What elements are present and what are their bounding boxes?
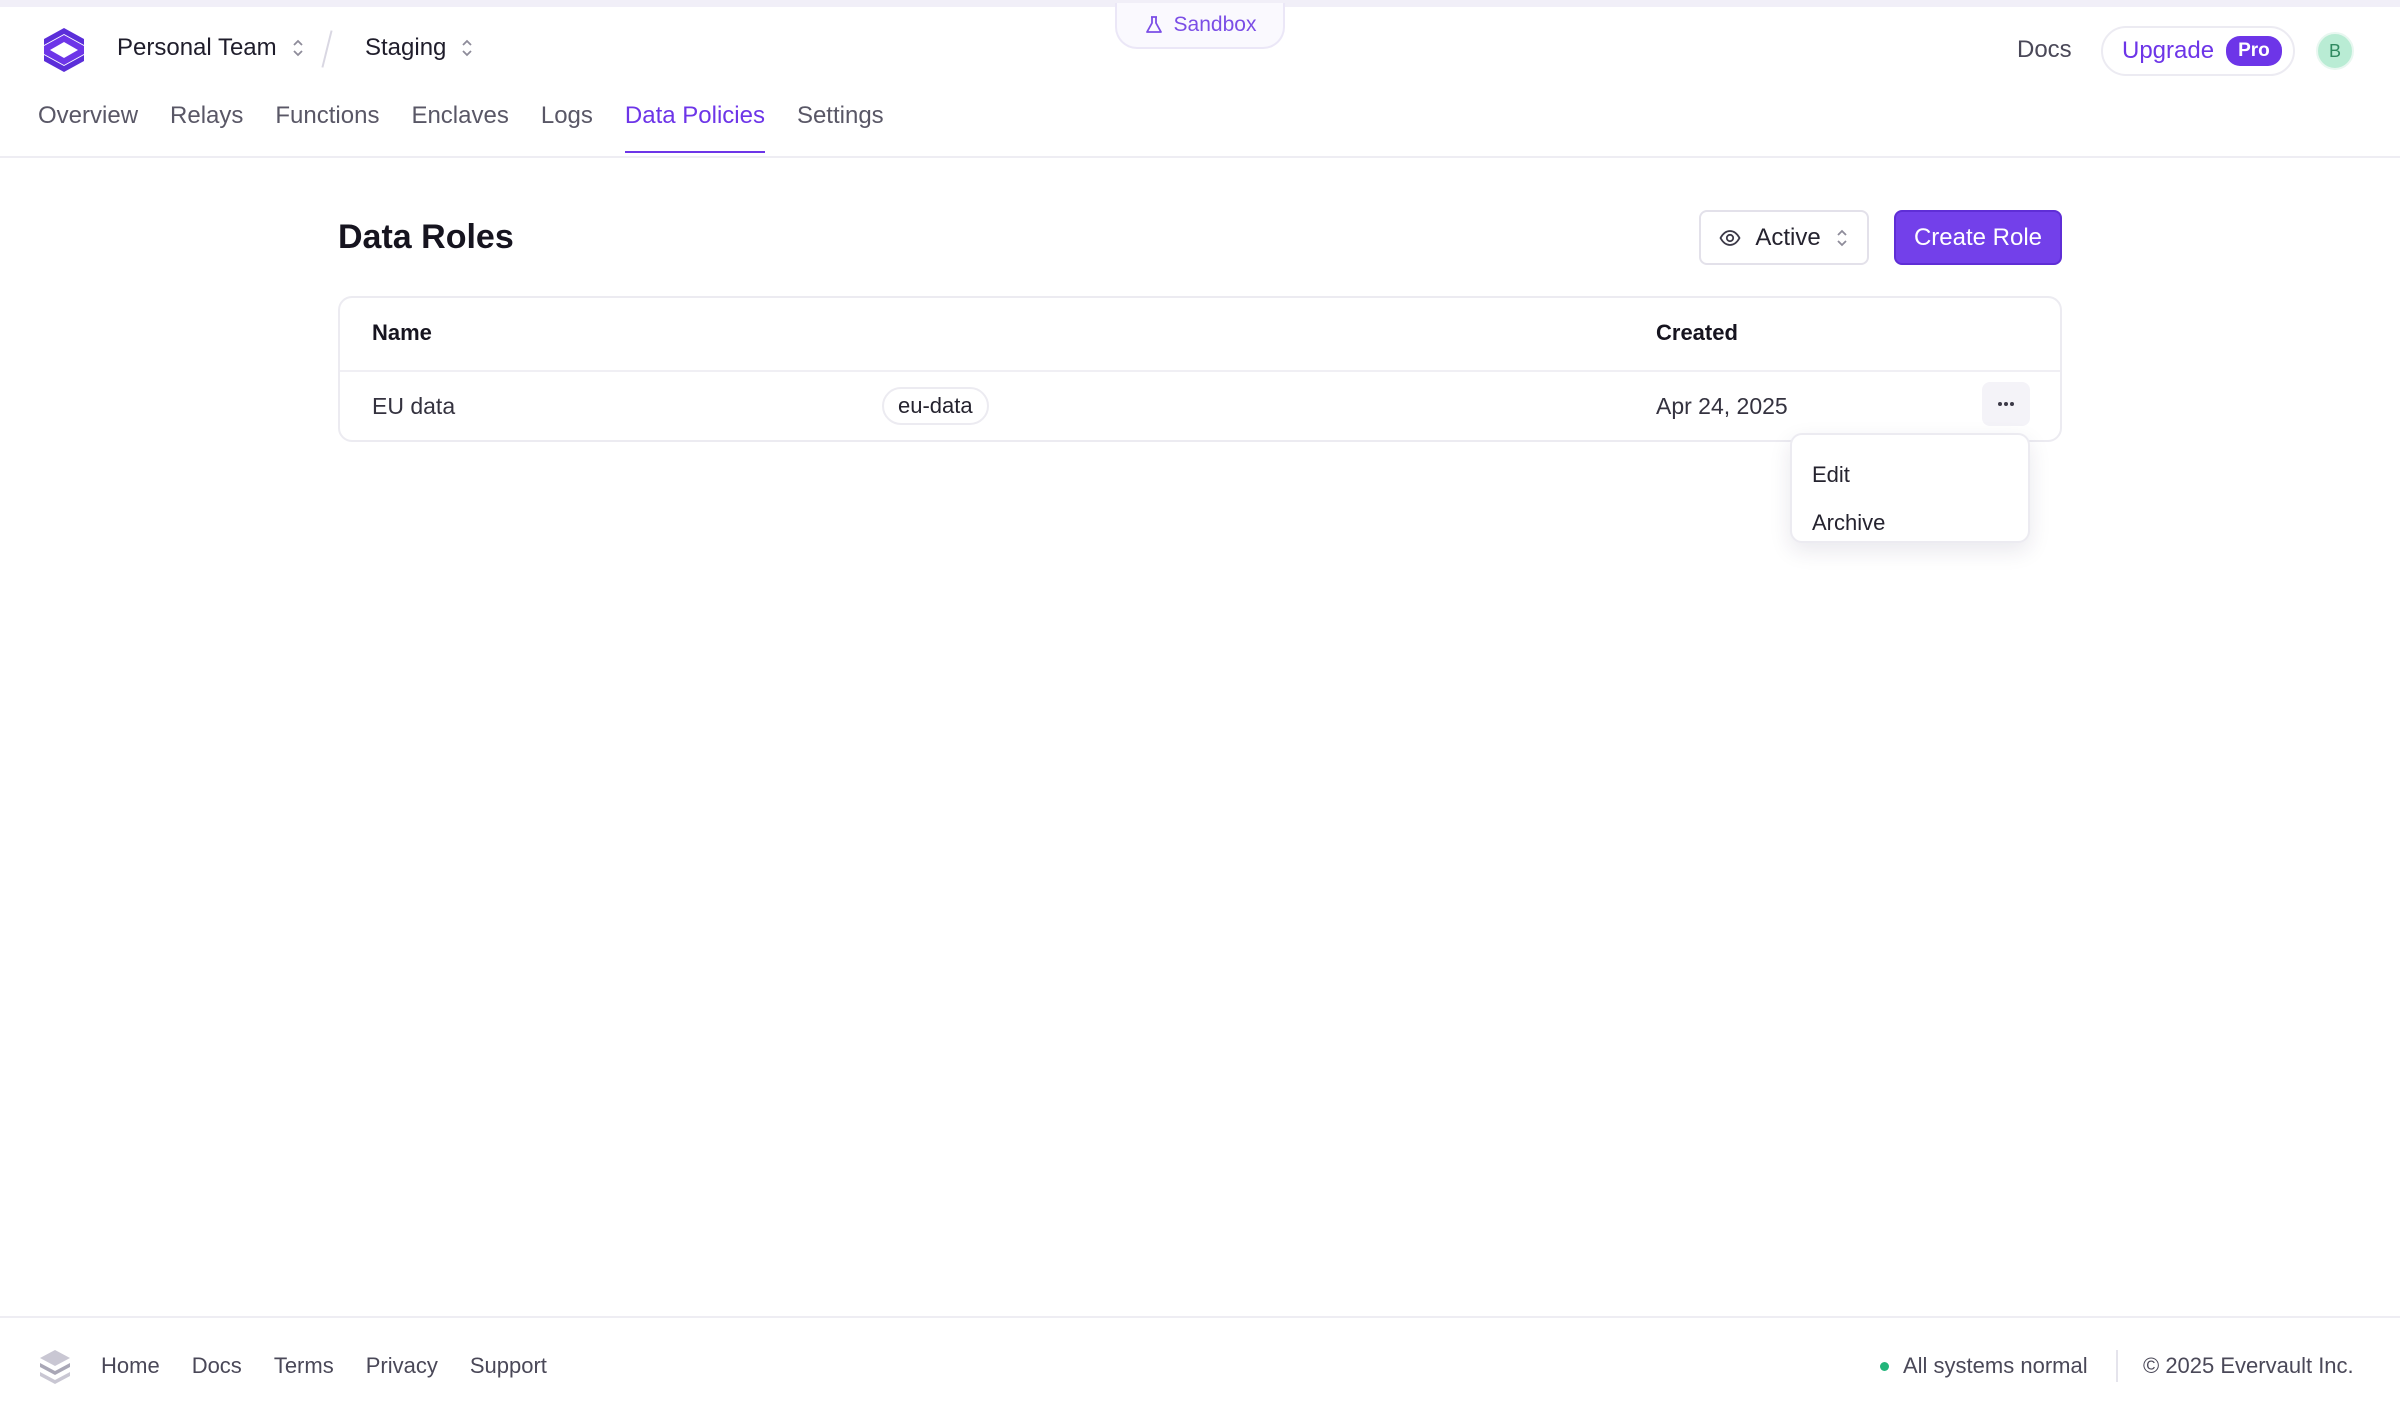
column-header-created: Created [1656,320,1738,345]
tab-relays[interactable]: Relays [170,102,243,152]
chevron-up-down-icon [462,39,473,57]
footer-link-support[interactable]: Support [470,1353,547,1379]
column-header-name: Name [372,320,432,345]
header-divider [340,370,2060,372]
menu-item-edit[interactable]: Edit [1792,451,2028,499]
footer-links: Home Docs Terms Privacy Support [101,1353,547,1379]
pro-badge: Pro [2226,36,2282,66]
tab-enclaves[interactable]: Enclaves [411,102,508,152]
role-slug-chip: eu-data [882,387,989,425]
tab-settings[interactable]: Settings [797,102,884,152]
page-title: Data Roles [338,218,514,256]
footer-link-terms[interactable]: Terms [274,1353,334,1379]
status-filter-value: Active [1755,223,1821,251]
sandbox-indicator: Sandbox [1115,3,1285,49]
row-actions-menu: Edit Archive [1790,433,2030,543]
footer-divider [2116,1350,2118,1382]
chevron-up-down-icon [293,39,303,57]
main-tabs: Overview Relays Functions Enclaves Logs … [38,102,884,153]
docs-link[interactable]: Docs [2017,36,2072,64]
sandbox-label: Sandbox [1173,13,1257,36]
data-roles-table: Name Created EU data eu-data Apr 24, 202… [338,296,2062,442]
role-created-date: Apr 24, 2025 [1656,393,1788,419]
team-name: Personal Team [117,34,277,61]
tab-overview[interactable]: Overview [38,102,138,152]
role-name: EU data [372,393,456,419]
tab-functions[interactable]: Functions [275,102,379,152]
breadcrumb-separator [321,30,333,68]
more-horizontal-icon [1998,402,2014,406]
app-switcher[interactable]: Staging [365,34,474,62]
row-actions-button[interactable] [1982,382,2030,426]
eye-icon [1719,229,1741,246]
team-switcher[interactable]: Personal Team [117,34,305,62]
footer-link-home[interactable]: Home [101,1353,160,1379]
footer-link-privacy[interactable]: Privacy [366,1353,438,1379]
system-status-text: All systems normal [1903,1353,2088,1378]
tab-data-policies[interactable]: Data Policies [624,102,766,153]
footer: Home Docs Terms Privacy Support All syst… [0,1316,2400,1412]
app-name: Staging [365,34,447,61]
evervault-logo-icon [40,1350,70,1384]
chevron-up-down-icon [1837,229,1847,246]
copyright: © 2025 Evervault Inc. [2143,1353,2354,1378]
status-dot-icon [1880,1361,1889,1371]
status-filter-select[interactable]: Active [1699,210,1869,265]
system-status[interactable]: All systems normal [1880,1353,2088,1379]
upgrade-button[interactable]: Upgrade Pro [2101,26,2295,76]
tab-logs[interactable]: Logs [541,102,593,152]
create-role-button[interactable]: Create Role [1894,210,2062,265]
footer-link-docs[interactable]: Docs [192,1353,242,1379]
upgrade-label: Upgrade [2122,37,2215,64]
menu-item-archive[interactable]: Archive [1792,499,2028,547]
avatar[interactable]: B [2316,32,2354,70]
flask-icon [1145,16,1162,33]
evervault-logo-icon[interactable] [38,24,90,76]
